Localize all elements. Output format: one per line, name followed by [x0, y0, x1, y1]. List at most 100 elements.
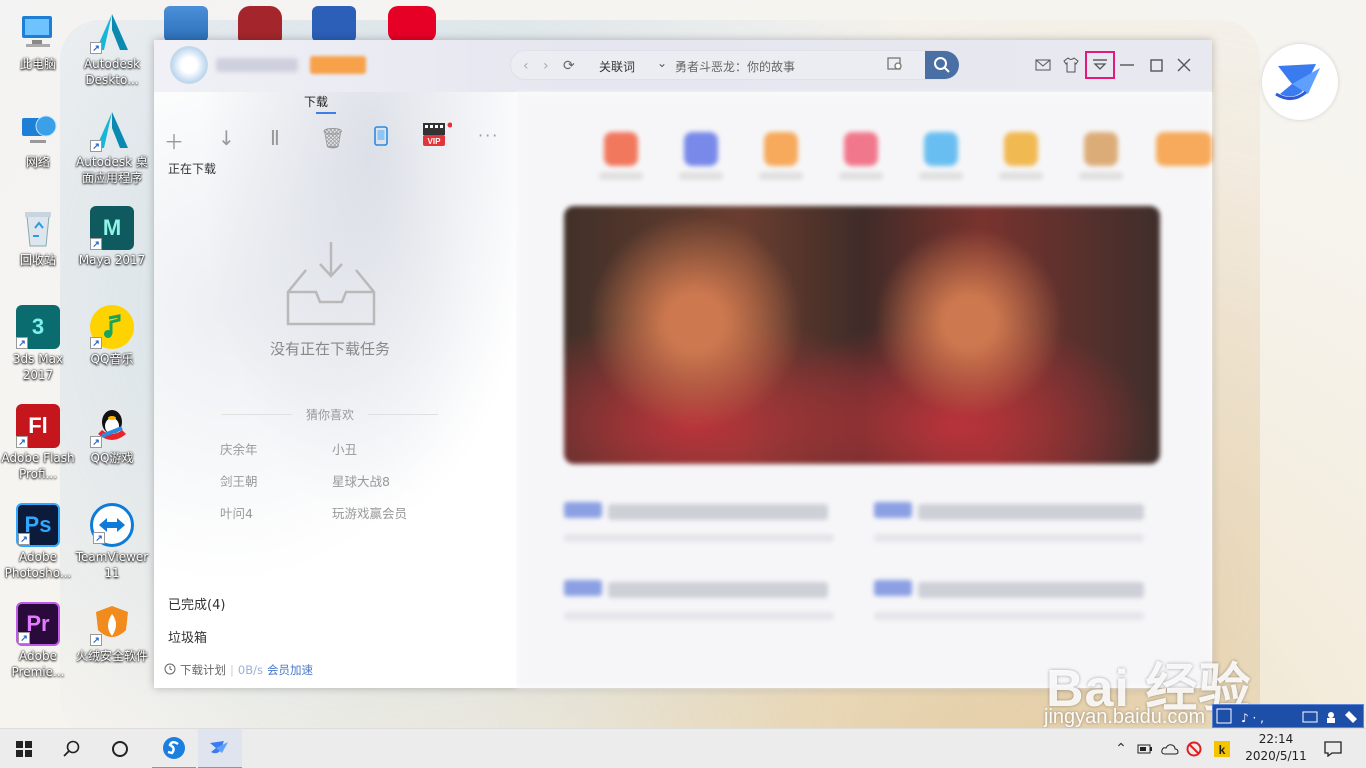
- partial-desktop-icon: [164, 6, 208, 42]
- desktop-icon-huorong[interactable]: ↗ 火绒安全软件: [74, 602, 150, 664]
- news-headline[interactable]: [918, 504, 1144, 520]
- desktop-icon-label: Maya 2017: [78, 253, 146, 267]
- photoshop-icon: Ps ↗: [16, 503, 60, 547]
- search-input[interactable]: 勇者斗恶龙：你的故事: [675, 58, 795, 75]
- user-name-blurred[interactable]: [216, 58, 298, 72]
- hero-banner[interactable]: [564, 206, 1160, 464]
- task-view-icon[interactable]: [102, 729, 138, 768]
- news-headline[interactable]: [608, 504, 828, 520]
- tab-download[interactable]: 下载: [304, 93, 328, 110]
- back-icon[interactable]: ‹: [523, 58, 529, 74]
- recommend-link[interactable]: 剑王朝: [220, 471, 258, 490]
- news-headline[interactable]: [918, 582, 1144, 598]
- skin-icon[interactable]: [1060, 54, 1082, 76]
- battery-icon[interactable]: [1136, 729, 1154, 768]
- desktop-icon-label: Autodesk 桌面应用程序: [76, 155, 148, 185]
- download-plan-link[interactable]: 下载计划: [180, 662, 226, 678]
- recycle-bin-icon: [16, 206, 60, 250]
- search-bar: ‹ › ⟳ 关联词 ⌄ 勇者斗恶龙：你的故事: [510, 50, 959, 80]
- news-meta: [564, 612, 834, 620]
- desktop-icon-teamviewer[interactable]: ↗ TeamViewer 11: [74, 503, 150, 581]
- desktop-icon-qq-game[interactable]: ↗ QQ游戏: [74, 404, 150, 466]
- news-tag: [874, 580, 912, 596]
- keyword-label[interactable]: 关联词: [599, 58, 635, 75]
- teamviewer-icon: ↗: [90, 503, 134, 547]
- category-tile[interactable]: [764, 132, 798, 166]
- desktop-icon-flash[interactable]: Fl ↗ Adobe Flash Profi...: [0, 404, 76, 482]
- desktop-icon-label: Adobe Photosho...: [4, 550, 72, 580]
- nav-completed[interactable]: 已完成(4): [168, 594, 225, 613]
- desktop-icon-premiere[interactable]: Pr ↗ Adobe Premie...: [0, 602, 76, 680]
- section-downloading[interactable]: 正在下载: [168, 160, 216, 177]
- chevron-up-icon[interactable]: ⌃: [1112, 729, 1130, 768]
- desktop-icon-photoshop[interactable]: Ps ↗ Adobe Photosho...: [0, 503, 76, 581]
- search-button[interactable]: [925, 51, 959, 79]
- close-icon[interactable]: [1173, 54, 1195, 76]
- desktop-icon-network[interactable]: 网络: [0, 108, 76, 170]
- network-icon: [16, 108, 60, 152]
- recommend-link[interactable]: 叶问4: [220, 503, 253, 522]
- category-tile[interactable]: [924, 132, 958, 166]
- autodesk-desktop-icon: ↗: [90, 10, 134, 54]
- vip-accelerate-link[interactable]: 会员加速: [267, 662, 313, 678]
- mail-icon[interactable]: [1032, 54, 1054, 76]
- delete-icon[interactable]: 🗑: [320, 126, 345, 150]
- category-tile[interactable]: [684, 132, 718, 166]
- desktop-icon-maya[interactable]: M ↗ Maya 2017: [74, 206, 150, 268]
- forward-icon[interactable]: ›: [543, 58, 549, 74]
- divider: |: [230, 663, 234, 677]
- desktop-icon-3dsmax[interactable]: 3 ↗ 3ds Max 2017: [0, 305, 76, 383]
- category-label: [599, 172, 643, 180]
- maximize-icon[interactable]: [1145, 54, 1167, 76]
- search-icon[interactable]: [54, 729, 90, 768]
- recommend-link[interactable]: 庆余年: [220, 439, 258, 458]
- chevron-down-icon[interactable]: ⌄: [657, 56, 667, 70]
- vip-film-icon[interactable]: VIP: [422, 122, 453, 146]
- desktop-icon-autodesk-desktop[interactable]: ↗ Autodesk Deskto...: [74, 10, 150, 88]
- image-search-icon[interactable]: [887, 57, 903, 75]
- nav-trash[interactable]: 垃圾箱: [168, 627, 207, 646]
- notification-icon[interactable]: [1318, 729, 1348, 768]
- desktop-icon-qq-music[interactable]: ↗ QQ音乐: [74, 305, 150, 367]
- vip-badge[interactable]: [310, 56, 366, 74]
- category-tile[interactable]: [1084, 132, 1118, 166]
- category-tile[interactable]: [844, 132, 878, 166]
- recommend-link[interactable]: 星球大战8: [332, 471, 390, 490]
- home-feed-panel: [516, 92, 1212, 688]
- news-tag: [564, 580, 602, 596]
- phone-icon[interactable]: [374, 126, 388, 151]
- download-app-window: ‹ › ⟳ 关联词 ⌄ 勇者斗恶龙：你的故事 下载 ＋ ↓ Ⅱ 🗑 VIP ··…: [154, 40, 1212, 688]
- feishu-float-icon[interactable]: [1262, 44, 1338, 120]
- category-tile[interactable]: [604, 132, 638, 166]
- desktop-icon-recycle-bin[interactable]: 回收站: [0, 206, 76, 268]
- blocked-icon[interactable]: [1184, 729, 1204, 768]
- desktop-icon-this-pc[interactable]: 此电脑: [0, 10, 76, 72]
- download-arrow-icon[interactable]: ↓: [218, 126, 235, 150]
- recommend-link[interactable]: 小丑: [332, 439, 357, 458]
- desktop-icon-autodesk-app[interactable]: ↗ Autodesk 桌面应用程序: [74, 108, 150, 186]
- more-icon[interactable]: ···: [478, 126, 499, 145]
- category-tile[interactable]: [1156, 132, 1212, 166]
- kingsoft-icon[interactable]: k: [1212, 729, 1232, 768]
- desktop-icon-label: 回收站: [19, 253, 56, 267]
- desktop-icon-label: 此电脑: [19, 57, 56, 71]
- category-label: [919, 172, 963, 180]
- sogou-browser-icon[interactable]: [152, 729, 196, 768]
- taskbar-clock[interactable]: 22:14 2020/5/11: [1236, 731, 1316, 765]
- add-icon[interactable]: ＋: [164, 126, 184, 155]
- taskbar: ⌃ k 22:14 2020/5/11: [0, 728, 1366, 768]
- onedrive-icon[interactable]: [1160, 729, 1180, 768]
- category-tile[interactable]: [1004, 132, 1038, 166]
- minimize-icon[interactable]: [1116, 54, 1138, 76]
- news-headline[interactable]: [608, 582, 828, 598]
- feishu-taskbar-icon[interactable]: [198, 729, 242, 768]
- pause-icon[interactable]: Ⅱ: [270, 126, 280, 150]
- title-bar: ‹ › ⟳ 关联词 ⌄ 勇者斗恶龙：你的故事: [154, 40, 1212, 92]
- refresh-icon[interactable]: ⟳: [563, 58, 575, 74]
- start-windows-icon[interactable]: [6, 729, 42, 768]
- recommend-link[interactable]: 玩游戏赢会员: [332, 503, 407, 522]
- avatar[interactable]: [170, 46, 208, 84]
- clock-icon: [164, 663, 176, 678]
- ime-toolbar[interactable]: ♪ · ,: [1212, 704, 1364, 728]
- 3dsmax-icon: 3 ↗: [16, 305, 60, 349]
